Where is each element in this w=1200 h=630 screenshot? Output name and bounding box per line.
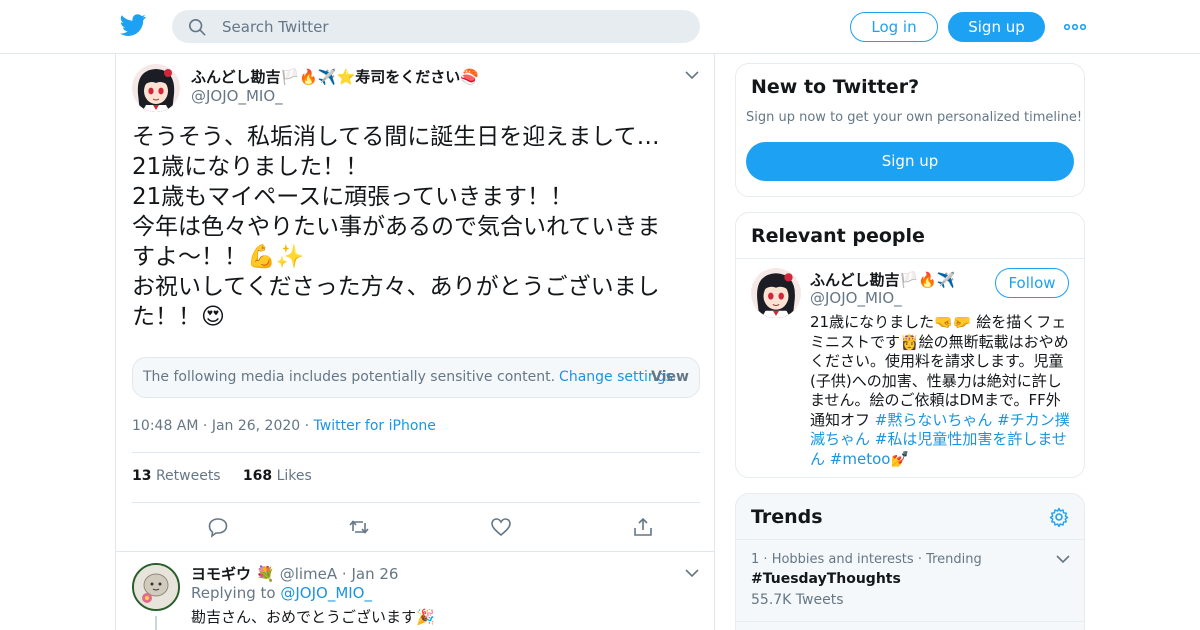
sensitive-media-message: The following media includes potentially… [143,369,673,385]
reply-author-name[interactable]: ヨモギウ 💐 [191,565,275,583]
tweet-text-line: すよ〜！！💪✨ [132,244,305,270]
replying-to-link[interactable]: @JOJO_MIO_ [280,584,372,602]
thread-connector [155,616,157,630]
more-options-icon[interactable] [1064,18,1086,36]
reply-author-handle[interactable]: @limeA [280,565,337,583]
divider [736,539,1084,540]
trend-rank: 1 [751,552,760,567]
reply-text: 勘吉さん、おめでとうございます🎉 [191,608,435,626]
tweet-actions [132,514,700,540]
new-to-twitter-card: New to Twitter? Sign up now to get your … [735,63,1085,197]
share-icon[interactable] [632,516,654,538]
trend-tweet-count: 55.7K Tweets [751,592,844,608]
sensitive-media-notice: The following media includes potentially… [132,357,700,398]
meta-separator: · [304,418,314,434]
divider [116,551,714,552]
tweet-date[interactable]: Jan 26, 2020 [212,418,300,434]
reply-icon[interactable] [207,516,229,538]
meta-separator: · [917,552,927,567]
signup-card-button[interactable]: Sign up [746,142,1074,181]
meta-separator: · [341,565,347,583]
trend-meta: 1 · Hobbies and interests · Trending [751,552,982,567]
gear-icon[interactable] [1049,507,1069,527]
relevant-person-name[interactable]: ふんどし勘吉🏳️🔥✈️ [810,269,956,290]
chevron-down-icon[interactable] [685,70,699,80]
tweet-text: そうそう、私垢消してる間に誕生日を迎えまして… 21歳になりました！！ 21歳も… [132,122,702,332]
likes-stat[interactable]: 168 Likes [243,468,312,484]
reply-date[interactable]: Jan 26 [351,565,398,583]
trend-category: Hobbies and interests [771,552,914,567]
login-button[interactable]: Log in [850,12,938,42]
reply-header: ヨモギウ 💐 @limeA · Jan 26 [191,563,398,584]
relevant-person-handle[interactable]: @JOJO_MIO_ [810,289,902,307]
divider [132,502,700,503]
retweets-count: 13 [132,468,152,484]
sensitive-message-text: The following media includes potentially… [143,369,556,385]
author-avatar[interactable] [132,64,180,112]
trend-name[interactable]: #TuesdayThoughts [751,571,901,587]
retweets-stat[interactable]: 13 Retweets [132,468,221,484]
view-media-button[interactable]: View [651,369,689,385]
anime-girl-avatar-icon [132,64,180,112]
like-heart-icon[interactable] [490,516,512,538]
meta-separator: · [202,418,212,434]
bio-hashtag-link[interactable]: #metoo [830,450,891,468]
tweet-time[interactable]: 10:48 AM [132,418,198,434]
tweet-text-line: 今年は色々やりたい事があるので気合いれていきま [132,214,661,240]
replying-to-label: Replying to [191,584,276,602]
tweet-text-line: そうそう、私垢消してる間に誕生日を迎えまして… [132,124,660,150]
search-box[interactable] [172,10,700,43]
tweet-text-line: お祝いしてくださった方々、ありがとうございまし [132,274,660,300]
tweet-stats: 13 Retweets 168 Likes [132,468,312,484]
card-subtitle: Sign up now to get your own personalized… [746,110,1083,125]
twitter-bird-logo-icon[interactable] [120,14,146,36]
divider [132,452,700,453]
author-display-name[interactable]: ふんどし勘吉🏳️🔥✈️⭐寿司をください🍣 [191,66,479,87]
bio-hashtag-link[interactable]: #黙らないちゃん [875,411,993,429]
replying-to-line: Replying to @JOJO_MIO_ [191,584,372,602]
trends-card: Trends 1 · Hobbies and interests · Trend… [735,493,1085,630]
anime-girl-avatar-icon [751,268,801,318]
card-title: Trends [751,506,823,528]
divider [736,621,1084,622]
tweet-column: ふんどし勘吉🏳️🔥✈️⭐寿司をください🍣 @JOJO_MIO_ そうそう、私垢消… [115,54,715,630]
retweets-label: Retweets [155,468,221,484]
meta-separator: · [763,552,772,567]
search-icon [188,18,206,36]
signup-button[interactable]: Sign up [948,12,1045,42]
plush-avatar-icon [134,565,178,609]
trend-status: Trending [926,552,982,567]
relevant-person-bio: 21歳になりました🤜🤛 絵を描くフェミニストです👸絵の無断転載はおやめください。… [810,313,1072,469]
chevron-down-icon[interactable] [1056,554,1070,564]
retweet-icon[interactable] [348,516,370,538]
relevant-people-card: Relevant people ふんどし勘吉🏳️🔥✈️ @JOJO_MIO_ F… [735,212,1085,478]
card-title: Relevant people [751,225,925,247]
likes-label: Likes [276,468,312,484]
tweet-metadata: 10:48 AM · Jan 26, 2020 · Twitter for iP… [132,418,436,434]
divider [736,258,1084,259]
tweet-text-line: 21歳になりました！！ [132,154,369,180]
chevron-down-icon[interactable] [685,568,699,578]
tweet-source-link[interactable]: Twitter for iPhone [314,418,436,434]
author-handle[interactable]: @JOJO_MIO_ [191,87,283,105]
card-title: New to Twitter? [751,76,920,98]
relevant-person-avatar[interactable] [751,268,801,318]
tweet-text-line: た！！😍 [132,304,225,330]
top-navigation-bar: Log in Sign up [0,0,1200,54]
likes-count: 168 [242,468,273,484]
search-input[interactable] [222,10,682,43]
bio-emoji: 💅 [890,449,910,468]
follow-button[interactable]: Follow [995,268,1069,298]
reply-author-avatar[interactable] [132,563,180,611]
tweet-text-line: 21歳もマイペースに頑張っていきます！！ [132,184,573,210]
